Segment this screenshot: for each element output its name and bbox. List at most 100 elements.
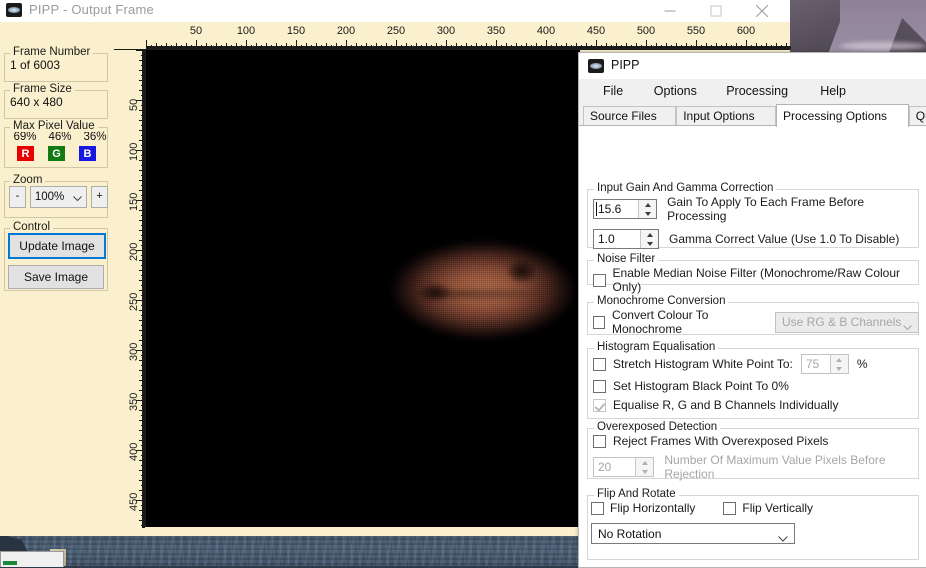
output-window-title: PIPP - Output Frame	[29, 2, 154, 17]
histogram-equalisation-fieldset: Histogram Equalisation Stretch Histogram…	[587, 341, 919, 419]
ruler-v-label: 450	[128, 492, 140, 511]
frame-size-value: 640 x 480	[10, 95, 63, 109]
zoom-group: Zoom - 100% +	[4, 174, 108, 218]
minimize-button[interactable]	[647, 0, 693, 22]
equalise-rgb-individually-checkbox[interactable]	[593, 398, 606, 412]
max-pixels-spinner[interactable]: 20	[593, 457, 655, 477]
zoom-out-button[interactable]: -	[9, 186, 26, 208]
ruler-h-label: 350	[486, 25, 506, 37]
monochrome-channel-select[interactable]: Use RG & B Channels	[774, 311, 919, 333]
ruler-h-label: 300	[436, 25, 456, 37]
menu-item-file[interactable]: File	[597, 83, 629, 100]
menu-bar: File Options Processing Help	[579, 79, 926, 103]
zoom-level-value: 100%	[34, 191, 65, 203]
convert-colour-to-monochrome-checkbox[interactable]	[593, 315, 605, 329]
ruler-h-label: 250	[386, 25, 406, 37]
ruler-h-label: 450	[586, 25, 606, 37]
enable-median-noise-filter-checkbox[interactable]	[593, 273, 606, 287]
ruler-v-label: 300	[128, 342, 140, 361]
frame-number-value: 1 of 6003	[10, 58, 61, 72]
gamma-spinner-down[interactable]	[641, 239, 658, 248]
tab-processing-options[interactable]: Processing Options	[776, 104, 909, 127]
vertical-ruler: 50 100 150 200 250 300 350 400 450	[114, 50, 146, 528]
overexposed-detection-legend: Overexposed Detection	[594, 421, 721, 433]
max-pixel-percent-r: 69%	[13, 131, 37, 143]
wallpaper-cloud	[840, 42, 926, 50]
gamma-value: 1.0	[598, 232, 615, 246]
tab-strip: Source Files Input Options Processing Opti…	[579, 104, 926, 127]
flip-rotate-legend: Flip And Rotate	[594, 488, 679, 500]
horizontal-ruler: 50 100 150 200 250 300 350 400 450 500 550 600	[114, 22, 791, 50]
flip-horizontally-checkbox[interactable]	[591, 501, 604, 515]
flip-horizontally-label: Flip Horizontally	[610, 501, 696, 515]
output-image-canvas[interactable]	[146, 50, 580, 527]
noise-filter-fieldset: Noise Filter Enable Median Noise Filter …	[587, 253, 919, 294]
set-histogram-black-point-checkbox[interactable]	[593, 379, 606, 393]
noise-filter-legend: Noise Filter	[594, 253, 659, 265]
gamma-spinner-up[interactable]	[641, 230, 658, 239]
max-pixels-label: Number Of Maximum Value Pixels Before Re…	[664, 453, 886, 481]
tab-quality-options[interactable]: Quality Options	[908, 106, 926, 126]
menu-item-help[interactable]: Help	[814, 83, 852, 100]
ruler-v-label: 400	[128, 442, 140, 461]
gain-label: Gain To Apply To Each Frame Before Proce…	[667, 195, 865, 223]
red-channel-chip: R	[17, 146, 34, 161]
maximize-button[interactable]	[693, 0, 739, 22]
monochrome-conversion-fieldset: Monochrome Conversion Convert Colour To …	[587, 295, 919, 336]
background-window[interactable]	[0, 551, 64, 567]
max-pixels-spinner-up[interactable]	[636, 458, 653, 467]
gamma-label: Gamma Correct Value (Use 1.0 To Disable)	[669, 232, 900, 246]
ruler-h-label: 50	[189, 25, 203, 37]
white-point-spinner[interactable]: 75	[800, 354, 849, 374]
ruler-h-label: 600	[736, 25, 756, 37]
ruler-v-label: 100	[128, 142, 140, 161]
zoom-in-button[interactable]: +	[91, 186, 108, 208]
ruler-v-label: 200	[128, 242, 140, 261]
processing-options-pane: Input Gain And Gamma Correction 15.6 Gai…	[579, 126, 926, 567]
equalise-rgb-individually-label: Equalise R, G and B Channels Individuall…	[613, 398, 839, 412]
flip-vertically-checkbox[interactable]	[723, 501, 737, 515]
menu-item-options[interactable]: Options	[648, 83, 703, 100]
max-pixel-percent-b: 36%	[83, 131, 107, 143]
max-pixel-value-legend: Max Pixel Value	[10, 120, 98, 132]
gain-spinner[interactable]: 15.6	[593, 199, 658, 219]
ruler-h-label: 500	[636, 25, 656, 37]
frame-number-legend: Frame Number	[10, 46, 94, 58]
max-pixels-spinner-down[interactable]	[636, 467, 653, 476]
rotation-select[interactable]: No Rotation	[591, 523, 795, 544]
monochrome-conversion-legend: Monochrome Conversion	[594, 295, 729, 307]
gamma-spinner[interactable]: 1.0	[593, 229, 659, 249]
white-point-spinner-up[interactable]	[831, 355, 848, 364]
max-pixel-percent-row: 69% 46% 36%	[10, 131, 108, 143]
pipp-dialog-title: PIPP	[611, 58, 640, 72]
monochrome-channel-value: Use RG & B Channels	[781, 315, 902, 329]
enable-median-noise-filter-label: Enable Median Noise Filter (Monochrome/R…	[612, 266, 901, 294]
tab-input-options[interactable]: Input Options	[676, 106, 776, 126]
stretch-histogram-white-point-checkbox[interactable]	[593, 357, 606, 371]
save-image-button[interactable]: Save Image	[8, 265, 104, 289]
reject-overexposed-frames-checkbox[interactable]	[593, 434, 606, 448]
ruler-h-label: 200	[336, 25, 356, 37]
set-histogram-black-point-label: Set Histogram Black Point To 0%	[613, 379, 789, 393]
convert-colour-to-monochrome-label: Convert Colour To Monochrome	[611, 308, 709, 336]
gain-spinner-down[interactable]	[639, 209, 656, 218]
ruler-h-label: 400	[536, 25, 556, 37]
flip-vertically-label: Flip Vertically	[742, 501, 814, 515]
overexposed-detection-fieldset: Overexposed Detection Reject Frames With…	[587, 421, 919, 481]
reject-overexposed-frames-label: Reject Frames With Overexposed Pixels	[613, 434, 829, 448]
rotation-value: No Rotation	[598, 526, 662, 541]
zoom-level-select[interactable]: 100%	[29, 186, 88, 208]
ruler-h-label: 150	[286, 25, 306, 37]
update-image-button[interactable]: Update Image	[8, 233, 106, 259]
max-pixels-value: 20	[598, 460, 612, 474]
gain-spinner-up[interactable]	[639, 200, 656, 209]
white-point-spinner-down[interactable]	[831, 364, 848, 373]
menu-item-processing[interactable]: Processing	[720, 83, 794, 100]
tab-source-files[interactable]: Source Files	[583, 106, 677, 126]
histogram-equalisation-legend: Histogram Equalisation	[594, 341, 719, 353]
stretch-histogram-white-point-label: Stretch Histogram White Point To:	[613, 357, 793, 371]
close-button[interactable]	[739, 0, 785, 22]
ruler-h-label: 100	[236, 25, 256, 37]
ruler-v-label: 250	[128, 292, 140, 311]
frame-size-group: Frame Size 640 x 480	[4, 83, 108, 119]
